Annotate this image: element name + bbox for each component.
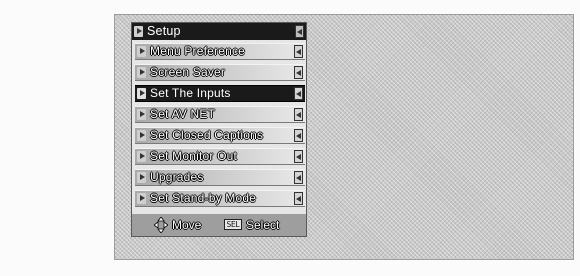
menu-item-set-av-net[interactable]: Set AV NET — [135, 106, 305, 123]
menu-item-set-the-inputs[interactable]: Set The Inputs — [135, 85, 305, 102]
menu-arrow-icon — [134, 26, 143, 37]
enter-arrow-icon — [294, 45, 303, 58]
menu-item-label: Set AV NET — [150, 107, 216, 121]
menu-item-screen-saver[interactable]: Screen Saver — [135, 64, 305, 81]
select-hint-label: Select — [246, 218, 280, 232]
move-hint-label: Move — [172, 218, 202, 232]
enter-arrow-icon — [294, 171, 303, 184]
menu-item-label: Set Stand-by Mode — [150, 191, 257, 205]
sel-key-icon: SEL — [224, 219, 242, 230]
item-arrow-icon — [137, 151, 146, 162]
menu-item-upgrades[interactable]: Upgrades — [135, 169, 305, 186]
enter-arrow-icon — [294, 192, 303, 205]
item-arrow-icon — [137, 109, 146, 120]
item-arrow-icon — [137, 67, 146, 78]
enter-arrow-icon — [294, 108, 303, 121]
back-arrow-icon[interactable] — [295, 25, 304, 38]
menu-item-set-closed-captions[interactable]: Set Closed Captions — [135, 127, 305, 144]
menu-title: Setup — [147, 24, 181, 38]
enter-arrow-icon — [294, 150, 303, 163]
item-arrow-icon — [137, 130, 146, 141]
menu-item-label: Set Monitor Out — [150, 149, 238, 163]
menu-item-label: Upgrades — [150, 170, 204, 184]
menu-item-label: Set Closed Captions — [150, 128, 264, 142]
item-arrow-icon — [137, 88, 146, 99]
menu-item-set-stand-by-mode[interactable]: Set Stand-by Mode — [135, 190, 305, 207]
item-arrow-icon — [137, 172, 146, 183]
tv-screen: Setup Menu Preference Screen Saver Set T… — [114, 14, 574, 260]
item-arrow-icon — [137, 46, 146, 57]
enter-arrow-icon — [294, 129, 303, 142]
menu-legend: Move SEL Select — [132, 214, 306, 236]
menu-item-label: Screen Saver — [150, 65, 226, 79]
item-arrow-icon — [137, 193, 146, 204]
enter-arrow-icon — [294, 66, 303, 79]
menu-item-label: Menu Preference — [150, 44, 246, 58]
menu-item-label: Set The Inputs — [150, 86, 231, 100]
setup-menu: Setup Menu Preference Screen Saver Set T… — [131, 22, 307, 237]
menu-title-bar: Setup — [132, 23, 306, 40]
enter-arrow-icon — [294, 87, 303, 100]
menu-item-set-monitor-out[interactable]: Set Monitor Out — [135, 148, 305, 165]
dpad-arrows-icon — [154, 217, 168, 233]
menu-item-menu-preference[interactable]: Menu Preference — [135, 43, 305, 60]
